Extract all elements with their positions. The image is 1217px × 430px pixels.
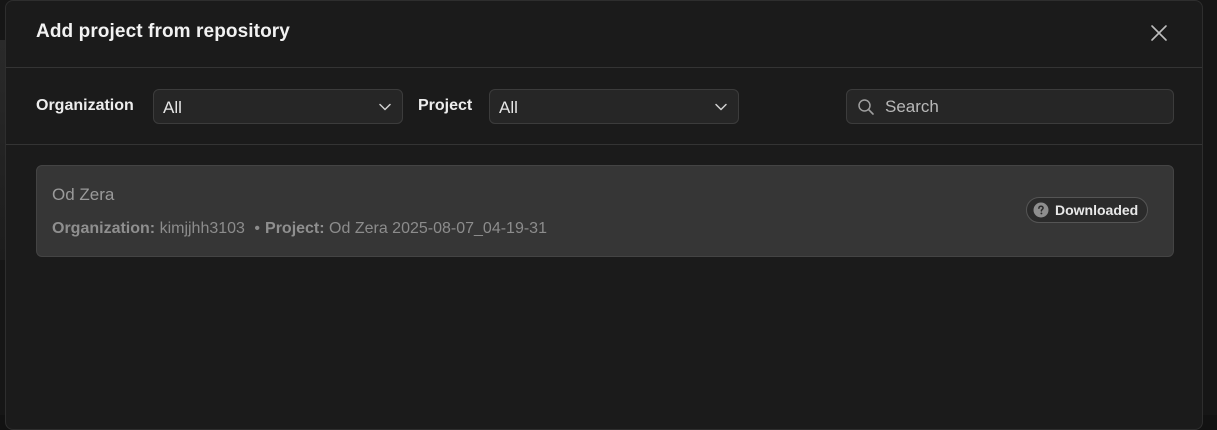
question-circle-icon <box>1033 202 1049 218</box>
project-select-value: All <box>499 98 518 117</box>
project-list-item[interactable]: Od Zera Organization: kimjjhh3103 • Proje… <box>36 165 1174 257</box>
project-name: Od Zera <box>52 185 115 204</box>
organization-select[interactable]: All <box>153 89 403 124</box>
chevron-down-icon <box>379 103 391 111</box>
filter-bar: Organization All Project All <box>6 68 1202 145</box>
organization-meta-label: Organization: <box>52 220 156 237</box>
organization-meta-value: kimjjhh3103 <box>159 220 245 237</box>
project-meta-label: Project: <box>265 220 325 237</box>
add-project-dialog: Add project from repository Organization… <box>5 0 1203 430</box>
status-badge-label: Downloaded <box>1055 202 1139 218</box>
search-input[interactable] <box>885 90 1165 123</box>
project-filter-label: Project <box>418 97 473 114</box>
search-box <box>846 89 1174 124</box>
dialog-title: Add project from repository <box>36 21 290 42</box>
close-icon <box>1151 25 1167 41</box>
project-meta-value: Od Zera 2025-08-07_04-19-31 <box>329 220 547 237</box>
organization-select-value: All <box>163 98 182 117</box>
close-button[interactable] <box>1145 19 1173 47</box>
project-select[interactable]: All <box>489 89 739 124</box>
organization-filter-label: Organization <box>36 97 134 114</box>
meta-separator: • <box>254 220 261 237</box>
chevron-down-icon <box>715 103 727 111</box>
status-badge: Downloaded <box>1026 197 1149 223</box>
dialog-header: Add project from repository <box>6 1 1202 68</box>
search-icon <box>858 99 874 115</box>
project-meta: Organization: kimjjhh3103 • Project: Od Z… <box>52 220 547 238</box>
